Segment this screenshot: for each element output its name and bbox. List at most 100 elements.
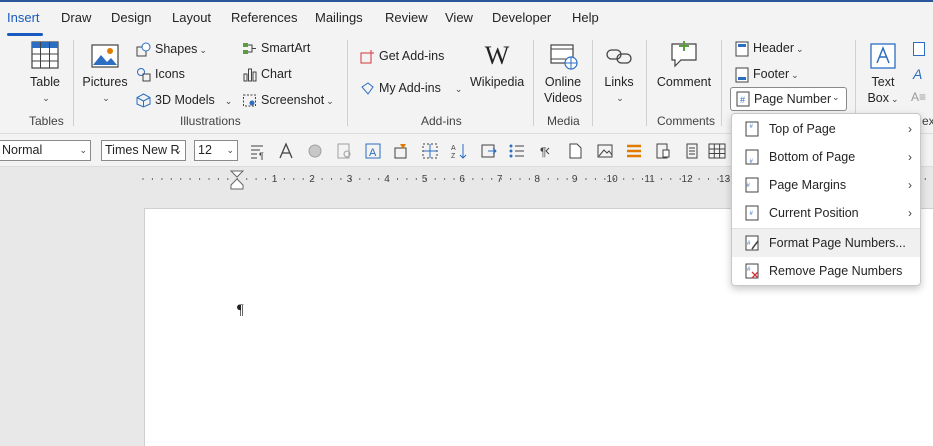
page-number-button[interactable]: # Page Number ⌄ bbox=[730, 87, 847, 111]
chevron-down-icon: ⌄ bbox=[454, 84, 463, 94]
menu-item-bottom-of-page[interactable]: # Bottom of Page › bbox=[732, 143, 920, 171]
footer-label: Footer bbox=[753, 67, 790, 81]
insert-field-icon[interactable] bbox=[480, 142, 498, 160]
smartart-button[interactable]: SmartArt bbox=[242, 38, 310, 58]
text-label: Text bbox=[871, 75, 895, 89]
tab-view[interactable]: View bbox=[445, 10, 473, 25]
ruler-number: 6 bbox=[459, 174, 465, 185]
menu-item-current-position[interactable]: # Current Position › bbox=[732, 199, 920, 227]
my-add-ins-button[interactable]: My Add-ins ⌄ bbox=[360, 78, 462, 98]
text-box-icon[interactable]: A bbox=[364, 142, 382, 160]
chevron-right-icon: › bbox=[908, 178, 912, 192]
chart-button[interactable]: Chart bbox=[242, 64, 292, 84]
header-button[interactable]: Header ⌄ bbox=[735, 38, 804, 58]
shapes-icon bbox=[136, 42, 151, 57]
font-combo[interactable]: Times New R ⌄ bbox=[101, 140, 186, 161]
group-divider bbox=[646, 40, 647, 126]
picture-icon[interactable] bbox=[596, 142, 614, 160]
clear-formatting-icon[interactable]: ¶ bbox=[248, 142, 266, 160]
wordart-icon[interactable]: A bbox=[913, 66, 922, 82]
get-add-ins-button[interactable]: Get Add-ins bbox=[360, 46, 444, 66]
group-divider bbox=[73, 40, 74, 126]
wikipedia-icon: W bbox=[484, 41, 510, 70]
text-box-button[interactable]: Text Box ⌄ bbox=[864, 42, 902, 107]
page-number-icon: # bbox=[736, 91, 750, 107]
style-combo[interactable]: Normal ⌄ bbox=[0, 140, 91, 161]
footer-button[interactable]: Footer ⌄ bbox=[735, 64, 799, 84]
font-icon[interactable] bbox=[277, 142, 295, 160]
cube-icon bbox=[136, 93, 151, 108]
quick-parts-icon[interactable] bbox=[913, 42, 925, 56]
tab-developer[interactable]: Developer bbox=[492, 10, 551, 25]
shapes-button[interactable]: Shapes ⌄ bbox=[136, 39, 207, 59]
3d-models-label: 3D Models bbox=[155, 93, 215, 107]
chevron-down-icon: ⌄ bbox=[616, 93, 624, 103]
wikipedia-button[interactable]: W Wikipedia bbox=[470, 42, 524, 90]
tab-layout[interactable]: Layout bbox=[172, 10, 211, 25]
tab-design[interactable]: Design bbox=[111, 10, 151, 25]
menu-item-label: Format Page Numbers... bbox=[769, 236, 906, 250]
wrap-text-icon[interactable] bbox=[654, 142, 672, 160]
bullet-list-icon[interactable] bbox=[508, 142, 526, 160]
chevron-right-icon: › bbox=[908, 206, 912, 220]
table-grid-icon[interactable] bbox=[708, 142, 726, 160]
menu-item-remove-page-numbers[interactable]: # Remove Page Numbers bbox=[732, 257, 920, 285]
group-label-tables: Tables bbox=[29, 114, 64, 128]
highlight-icon[interactable] bbox=[392, 142, 410, 160]
store-icon bbox=[360, 50, 374, 64]
tab-help[interactable]: Help bbox=[572, 10, 599, 25]
comment-button[interactable]: Comment bbox=[654, 40, 714, 90]
menu-item-format-page-numbers[interactable]: # Format Page Numbers... bbox=[732, 229, 920, 257]
ruler-number: 5 bbox=[422, 174, 428, 185]
add-in-icon bbox=[361, 82, 374, 96]
tab-review[interactable]: Review bbox=[385, 10, 428, 25]
document-icon[interactable] bbox=[683, 142, 701, 160]
screenshot-button[interactable]: Screenshot ⌄ bbox=[242, 90, 334, 110]
pictures-label: Pictures bbox=[82, 75, 128, 89]
online-video-icon bbox=[550, 44, 578, 70]
online-videos-button[interactable]: Online Videos bbox=[541, 42, 585, 106]
shapes-label: Shapes bbox=[155, 42, 198, 56]
icons-button[interactable]: Icons bbox=[136, 64, 185, 84]
chevron-down-icon: ⌄ bbox=[174, 145, 182, 155]
chevron-down-icon: ⌄ bbox=[102, 93, 110, 103]
tab-mailings[interactable]: Mailings bbox=[315, 10, 363, 25]
font-size-combo[interactable]: 12 ⌄ bbox=[194, 140, 238, 161]
tab-insert[interactable]: Insert bbox=[7, 10, 40, 25]
chevron-down-icon: ⌄ bbox=[832, 92, 840, 102]
menu-item-label: Page Margins bbox=[769, 178, 847, 192]
videos-label: Videos bbox=[544, 91, 582, 105]
page-number-bottom-icon: # bbox=[745, 149, 759, 165]
font-value: Times New R bbox=[105, 143, 180, 157]
3d-models-button[interactable]: 3D Models ⌄ bbox=[136, 90, 232, 110]
ruler-number: 3 bbox=[347, 174, 353, 185]
smartart-label: SmartArt bbox=[261, 41, 311, 55]
page-setup-icon[interactable] bbox=[335, 142, 353, 160]
ruler-number: 4 bbox=[384, 174, 390, 185]
screenshot-label: Screenshot bbox=[261, 93, 325, 107]
sort-icon[interactable]: AZ bbox=[450, 142, 468, 160]
chevron-down-icon: ⌄ bbox=[791, 70, 799, 80]
drop-cap-icon[interactable]: A≡ bbox=[911, 90, 926, 104]
page-icon[interactable] bbox=[566, 142, 584, 160]
ribbon-tab-bar: Insert Draw Design Layout References Mai… bbox=[0, 0, 933, 36]
table-button[interactable]: Table ⌄ bbox=[22, 40, 68, 106]
ruler-number: 11 bbox=[644, 174, 655, 185]
links-button[interactable]: Links ⌄ bbox=[601, 42, 637, 106]
link-icon bbox=[606, 49, 632, 64]
chart-icon bbox=[243, 68, 257, 82]
icons-label: Icons bbox=[155, 67, 185, 81]
svg-text:Z: Z bbox=[451, 153, 456, 160]
line-spacing-icon[interactable] bbox=[625, 142, 643, 160]
borders-icon[interactable] bbox=[421, 142, 439, 160]
tab-references[interactable]: References bbox=[231, 10, 297, 25]
tab-draw[interactable]: Draw bbox=[61, 10, 91, 25]
font-size-value: 12 bbox=[198, 143, 212, 157]
my-add-ins-label: My Add-ins bbox=[379, 81, 441, 95]
ruler-number: 1 bbox=[272, 174, 278, 185]
menu-item-top-of-page[interactable]: # Top of Page › bbox=[732, 115, 920, 143]
circle-icon[interactable] bbox=[306, 142, 324, 160]
paragraph-marks-icon[interactable]: ¶ bbox=[538, 142, 556, 160]
menu-item-page-margins[interactable]: # Page Margins › bbox=[732, 171, 920, 199]
pictures-button[interactable]: Pictures ⌄ bbox=[82, 42, 128, 106]
